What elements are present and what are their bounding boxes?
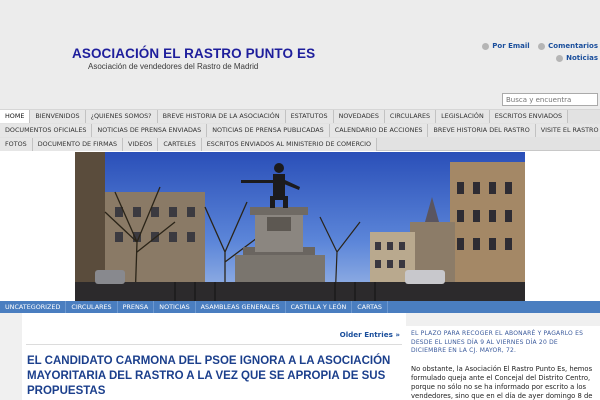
category-item-uncategorized[interactable]: UNCATEGORIZED [0,301,67,313]
category-item-noticias[interactable]: NOTICIAS [154,301,196,313]
sidebar-notice: EL PLAZO PARA RECOGER EL ABONARÉ Y PAGAR… [411,330,584,354]
nav-item-videos[interactable]: VIDEOS [123,138,159,151]
site-title[interactable]: ASOCIACIÓN EL RASTRO PUNTO ES [72,46,315,61]
category-item-circulares[interactable]: CIRCULARES [66,301,118,313]
site-header: ASOCIACIÓN EL RASTRO PUNTO ES Asociación… [0,0,600,110]
category-item-castilla-y-leon[interactable]: CASTILLA Y LEÓN [286,301,353,313]
nav-item-escritos-enviados[interactable]: ESCRITOS ENVIADOS [489,110,569,123]
page-navigation: HOME BIENVENIDOS ¿QUIENES SOMOS? BREVE HIST… [0,110,600,151]
post-title[interactable]: EL CANDIDATO CARMONA DEL PSOE IGNORA A L… [27,354,397,399]
banner-photo [75,152,525,302]
nav-item-legislacion[interactable]: LEGISLACIÓN [436,110,490,123]
nav-item-quienes-somos[interactable]: ¿QUIENES SOMOS? [85,110,158,123]
nav-item-breve-historia-de-la-asociacion[interactable]: BREVE HISTORIA DE LA ASOCIACIÓN [157,110,286,123]
nav-item-documentos-oficiales[interactable]: DOCUMENTOS OFICIALES [0,124,93,137]
divider [26,344,402,345]
feed-links: Por Email Comentarios [476,42,598,52]
news-feed-link[interactable]: Noticias [556,54,598,62]
page-nav-row-1: HOME BIENVENIDOS ¿QUIENES SOMOS? BREVE HIST… [0,110,600,123]
rss-icon [556,54,564,62]
category-item-asambleas-generales[interactable]: ASAMBLEAS GENERALES [196,301,286,313]
category-item-cartas[interactable]: CARTAS [352,301,388,313]
site-description: Asociación de vendedores del Rastro de M… [88,62,259,71]
email-feed-link[interactable]: Por Email [482,42,530,50]
category-navigation: UNCATEGORIZED CIRCULARES PRENSA NOTICIAS ASA… [0,301,600,313]
nav-item-bienvenidos[interactable]: BIENVENIDOS [30,110,86,123]
content-area: Older Entries » EL CANDIDATO CARMONA DEL… [0,313,600,400]
category-item-prensa[interactable]: PRENSA [118,301,155,313]
nav-item-estatutos[interactable]: ESTATUTOS [285,110,334,123]
nav-item-documento-de-firmas[interactable]: DOCUMENTO DE FIRMAS [32,138,124,151]
nav-item-noticias-de-prensa-publicadas[interactable]: NOTICIAS DE PRENSA PUBLICADAS [207,124,330,137]
comments-feed-link[interactable]: Comentarios [538,42,598,50]
nav-item-home[interactable]: HOME [0,110,31,123]
nav-item-escritos-enviados-al-ministerio-de-comercio[interactable]: ESCRITOS ENVIADOS AL MINISTERIO DE COMER… [201,138,378,151]
nav-item-fotos[interactable]: FOTOS [0,138,33,151]
main-content: Older Entries » EL CANDIDATO CARMONA DEL… [22,313,406,400]
nav-item-breve-historia-del-rastro[interactable]: BREVE HISTORIA DEL RASTRO [428,124,536,137]
nav-item-circulares[interactable]: CIRCULARES [384,110,437,123]
nav-item-visite-el-rastro[interactable]: VISITE EL RASTRO [535,124,600,137]
nav-item-carteles[interactable]: CARTELES [158,138,202,151]
nav-item-calendario-de-acciones[interactable]: CALENDARIO DE ACCIONES [329,124,429,137]
sidebar-text: No obstante, la Asociación El Rastro Pun… [411,364,593,400]
older-entries-link[interactable]: Older Entries » [340,330,400,339]
page-nav-row-2: DOCUMENTOS OFICIALES NOTICIAS DE PRENSA E… [0,124,600,137]
rss-icon [538,42,546,50]
header-banner-image [75,152,525,302]
nav-item-novedades[interactable]: NOVEDADES [333,110,385,123]
nav-item-noticias-de-prensa-enviadas[interactable]: NOTICIAS DE PRENSA ENVIADAS [92,124,208,137]
page-nav-row-3: FOTOS DOCUMENTO DE FIRMAS VIDEOS CARTELES ES… [0,138,600,151]
email-icon [482,42,490,50]
search-input[interactable] [502,93,598,106]
sidebar: EL PLAZO PARA RECOGER EL ABONARÉ Y PAGAR… [406,326,600,400]
